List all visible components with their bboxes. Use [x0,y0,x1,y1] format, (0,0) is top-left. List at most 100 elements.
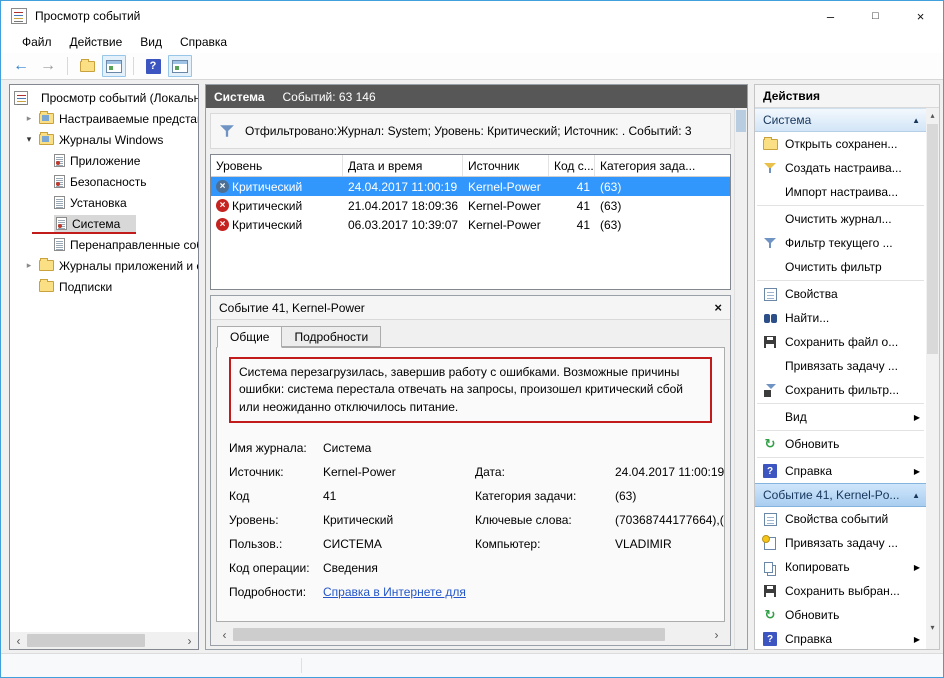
details-horizontal-scrollbar[interactable]: ‹ › [216,626,725,643]
scroll-up-icon[interactable]: ▴ [926,108,939,123]
close-button[interactable]: × [898,1,943,31]
action-attach-task-to-event[interactable]: Привязать задачу ... [755,531,926,555]
show-console-tree-button[interactable] [102,55,126,77]
action-label: Открыть сохранен... [785,137,897,151]
tab-general[interactable]: Общие [217,326,282,348]
event-level: Критический [232,218,302,232]
scroll-right-icon[interactable]: › [181,632,198,649]
online-help-link[interactable]: Справка в Интернете для [323,585,466,599]
action-view[interactable]: Вид ▶ [755,405,926,429]
scrollbar-thumb[interactable] [736,110,746,132]
event-row[interactable]: ×Критический 21.04.2017 18:09:36 Kernel-… [211,196,730,215]
scrollbar-thumb[interactable] [927,124,938,354]
tree-item-security[interactable]: Безопасность [10,171,198,192]
action-save-selected-events[interactable]: Сохранить выбран... [755,579,926,603]
action-help[interactable]: ? Справка ▶ [755,459,926,483]
tree-item-custom-views[interactable]: ▸ Настраиваемые представле [10,108,198,129]
action-clear-log[interactable]: Очистить журнал... [755,207,926,231]
properties-icon [764,513,777,526]
back-button[interactable]: ← [9,55,33,77]
event-row[interactable]: ×Критический 24.04.2017 11:00:19 Kernel-… [211,177,730,196]
action-properties[interactable]: Свойства [755,282,926,306]
field-label: Код операции: [229,561,323,575]
binoculars-icon [764,314,770,323]
title-bar: Просмотр событий – □ × [1,1,943,31]
action-find[interactable]: Найти... [755,306,926,330]
collapse-icon[interactable]: ▲ [912,116,920,125]
scroll-left-icon[interactable]: ‹ [216,626,233,643]
action-event-properties[interactable]: Свойства событий [755,507,926,531]
tree-item-system[interactable]: Система [10,213,198,234]
chevron-right-icon[interactable]: ▸ [24,260,34,271]
show-action-pane-button[interactable] [168,55,192,77]
filter-icon [220,124,234,138]
event-category: (63) [595,218,730,232]
scroll-right-icon[interactable]: › [708,626,725,643]
forward-button[interactable]: → [36,55,60,77]
column-header-task-category[interactable]: Категория зада... [595,155,730,176]
action-attach-task-to-log[interactable]: Привязать задачу ... [755,354,926,378]
menu-action[interactable]: Действие [61,31,132,53]
custom-views-folder-icon [39,113,54,124]
column-header-date[interactable]: Дата и время [343,155,463,176]
refresh-icon: ↻ [763,608,777,622]
log-panel-vertical-scrollbar[interactable] [734,108,747,649]
maximize-button[interactable]: □ [853,1,898,31]
close-details-icon[interactable]: × [714,300,722,315]
action-open-saved-log[interactable]: Открыть сохранен... [755,132,926,156]
event-row[interactable]: ×Критический 06.03.2017 10:39:07 Kernel-… [211,215,730,234]
action-import-custom-view[interactable]: Импорт настраива... [755,180,926,204]
tree-item-windows-logs[interactable]: ▾ Журналы Windows [10,129,198,150]
scroll-down-icon[interactable]: ▾ [926,620,939,635]
tree-item-application[interactable]: Приложение [10,150,198,171]
tree-item-forwarded-events[interactable]: Перенаправленные соб [10,234,198,255]
action-save-all-events[interactable]: Сохранить файл о... [755,330,926,354]
actions-vertical-scrollbar[interactable]: ▴ ▾ [926,108,939,649]
field-value: СИСТЕМА [323,537,475,551]
menu-help[interactable]: Справка [171,31,236,53]
action-save-filter[interactable]: Сохранить фильтр... [755,378,926,402]
forward-icon: → [40,57,56,75]
export-log-button[interactable] [75,55,99,77]
action-pane-icon [172,60,188,73]
scrollbar-thumb[interactable] [27,634,145,647]
action-refresh[interactable]: ↻ Обновить [755,432,926,456]
field-label: Дата: [475,465,615,479]
field-value: Критический [323,513,475,527]
menu-view[interactable]: Вид [131,31,171,53]
scroll-left-icon[interactable]: ‹ [10,632,27,649]
actions-section-system[interactable]: Система ▲ [755,108,926,132]
actions-list: Система ▲ Открыть сохранен... Создать на… [755,108,926,649]
collapse-icon[interactable]: ▲ [912,491,920,500]
action-refresh-event[interactable]: ↻ Обновить [755,603,926,627]
action-create-custom-view[interactable]: Создать настраива... [755,156,926,180]
actions-section-event[interactable]: Событие 41, Kernel-Po... ▲ [755,483,926,507]
tree-item-subscriptions[interactable]: Подписки [10,276,198,297]
tree-item-root[interactable]: Просмотр событий (Локальны [10,87,198,108]
chevron-right-icon[interactable]: ▸ [24,113,34,124]
action-clear-filter[interactable]: Очистить фильтр [755,255,926,279]
action-copy[interactable]: Копировать ▶ [755,555,926,579]
action-help-event[interactable]: ? Справка ▶ [755,627,926,649]
log-panel: Система Событий: 63 146 Отфильтровано:Жу… [205,84,748,650]
menu-file[interactable]: Файл [13,31,61,53]
tree-item-app-service-logs[interactable]: ▸ Журналы приложений и сл [10,255,198,276]
tree-horizontal-scrollbar[interactable]: ‹ › [10,632,198,649]
minimize-button[interactable]: – [808,1,853,31]
event-id: 41 [549,199,595,213]
action-filter-current-log[interactable]: Фильтр текущего ... [755,231,926,255]
help-button[interactable]: ? [141,55,165,77]
event-source: Kernel-Power [463,199,549,213]
column-header-event-id[interactable]: Код с... [549,155,595,176]
tab-details[interactable]: Подробности [282,326,381,347]
scrollbar-thumb[interactable] [233,628,665,641]
tree-item-setup[interactable]: Установка [10,192,198,213]
column-header-source[interactable]: Источник [463,155,549,176]
action-label: Очистить журнал... [785,212,892,226]
actions-separator [757,280,924,281]
column-header-level[interactable]: Уровень [211,155,343,176]
chevron-down-icon[interactable]: ▾ [24,134,34,145]
submenu-arrow-icon: ▶ [914,635,920,644]
back-icon: ← [13,57,29,75]
filter-summary-bar: Отфильтровано:Журнал: System; Уровень: К… [210,113,731,149]
